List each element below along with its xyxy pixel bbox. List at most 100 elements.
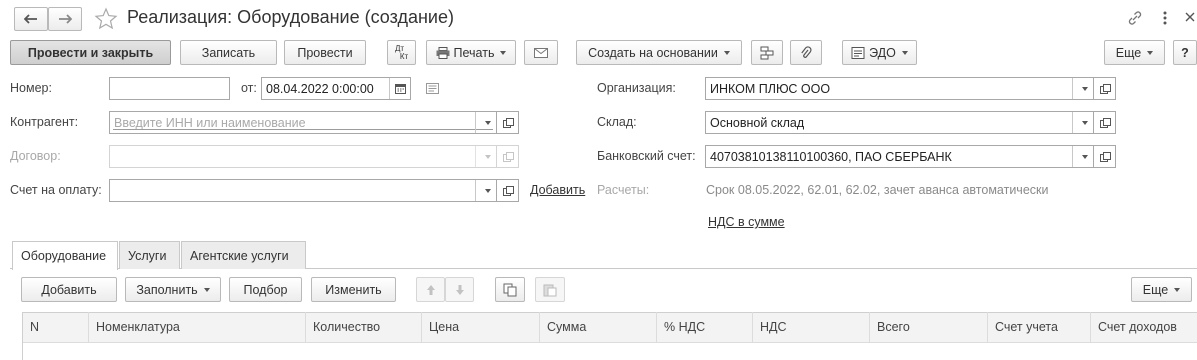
open-window-icon (503, 118, 514, 128)
column-header[interactable]: Номенклатура (89, 312, 306, 342)
chevron-down-icon (901, 50, 908, 55)
table-add-label: Добавить (41, 282, 97, 297)
table-add-button[interactable]: Добавить (21, 277, 117, 302)
column-header-label: Всего (877, 320, 910, 334)
edo-icon (851, 46, 865, 59)
date-field[interactable]: 08.04.2022 0:00:00 (261, 77, 411, 100)
counterparty-field[interactable]: Введите ИНН или наименование (109, 111, 497, 134)
column-header-label: N (30, 320, 40, 334)
column-header-label: НДС (760, 320, 787, 334)
envelope-icon (534, 47, 548, 58)
settlements-value[interactable]: Срок 08.05.2022, 62.01, 62.02, зачет ава… (706, 183, 1048, 197)
settlements-label: Расчеты: (597, 183, 650, 197)
column-header[interactable]: Сумма (540, 312, 657, 342)
more-vertical-icon[interactable] (1160, 9, 1170, 27)
column-header[interactable]: Всего (870, 312, 988, 342)
paste-rows-button[interactable] (535, 277, 565, 302)
arrow-up-icon (426, 284, 435, 295)
tab-agent-services[interactable]: Агентские услуги (181, 241, 306, 269)
invoice-field[interactable] (109, 179, 497, 202)
number-field[interactable] (109, 77, 230, 100)
edo-button[interactable]: ЭДО (842, 40, 917, 65)
move-up-button[interactable] (416, 277, 445, 302)
comment-icon[interactable] (426, 83, 439, 94)
column-header[interactable]: % НДС (657, 312, 753, 342)
move-down-button[interactable] (445, 277, 474, 302)
bank-account-field[interactable]: 40703810138110100360, ПАО СБЕРБАНК (705, 145, 1094, 168)
tab-equipment-label: Оборудование (21, 249, 107, 263)
post-button[interactable]: Провести (284, 40, 366, 65)
table-fill-button[interactable]: Заполнить (125, 277, 221, 302)
tab-services-label: Услуги (128, 248, 167, 263)
column-header[interactable]: Количество (306, 312, 422, 342)
column-header-label: Номенклатура (96, 320, 180, 334)
close-icon[interactable] (1184, 11, 1196, 23)
invoice-dropdown[interactable] (475, 180, 496, 201)
column-header[interactable]: N (23, 312, 89, 342)
organization-field[interactable]: ИНКОМ ПЛЮС ООО (705, 77, 1094, 100)
dt-kt-button[interactable]: Дт Кт (387, 40, 416, 65)
counterparty-open-button[interactable] (497, 111, 519, 134)
email-button[interactable] (524, 40, 558, 65)
calendar-button[interactable] (389, 78, 410, 99)
contract-dropdown (475, 146, 496, 167)
attach-files-button[interactable] (790, 40, 822, 65)
counterparty-dropdown[interactable] (475, 112, 496, 133)
post-and-close-button[interactable]: Провести и закрыть (10, 40, 171, 65)
bank-account-value: 40703810138110100360, ПАО СБЕРБАНК (710, 149, 952, 164)
tab-agent-services-label: Агентские услуги (190, 248, 289, 263)
warehouse-field[interactable]: Основной склад (705, 111, 1094, 134)
more-button[interactable]: Еще (1104, 40, 1165, 65)
vat-in-sum-link[interactable]: НДС в сумме (708, 215, 785, 229)
column-header[interactable]: Счет учета (988, 312, 1091, 342)
contract-label: Договор: (10, 149, 61, 163)
date-label: от: (241, 81, 257, 95)
organization-label: Организация: (597, 81, 676, 95)
print-button[interactable]: Печать (426, 40, 516, 65)
document-structure-button[interactable] (751, 40, 783, 65)
bank-account-open-button[interactable] (1094, 145, 1116, 168)
date-value: 08.04.2022 0:00:00 (266, 81, 374, 96)
paste-icon (543, 284, 557, 296)
create-based-label: Создать на основании (588, 45, 718, 60)
save-button[interactable]: Записать (180, 40, 277, 65)
bank-account-dropdown[interactable] (1072, 146, 1093, 167)
invoice-add-link[interactable]: Добавить (530, 183, 585, 197)
post-and-close-label: Провести и закрыть (27, 45, 154, 60)
table-more-label: Еще (1142, 282, 1169, 297)
column-header[interactable]: Счет доходов (1091, 312, 1197, 342)
printer-icon (436, 46, 450, 59)
bank-account-label: Банковский счет: (597, 149, 696, 163)
invoice-open-button[interactable] (497, 179, 519, 202)
back-button[interactable] (14, 7, 48, 31)
column-header[interactable]: НДС (753, 312, 870, 342)
tab-services[interactable]: Услуги (119, 241, 180, 269)
favorite-star-icon[interactable] (94, 7, 118, 31)
column-header[interactable]: Цена (422, 312, 540, 342)
warehouse-open-button[interactable] (1094, 111, 1116, 134)
open-window-icon (1100, 152, 1111, 162)
help-button[interactable]: ? (1173, 40, 1197, 65)
organization-open-button[interactable] (1094, 77, 1116, 100)
warehouse-dropdown[interactable] (1072, 112, 1093, 133)
column-header-label: Цена (429, 320, 460, 334)
tab-equipment[interactable]: Оборудование (12, 241, 118, 270)
organization-dropdown[interactable] (1072, 78, 1093, 99)
copy-icon (503, 283, 517, 296)
calendar-icon (395, 84, 406, 94)
copy-rows-button[interactable] (495, 277, 525, 302)
chevron-down-icon (1081, 154, 1088, 159)
window-title: Реализация: Оборудование (создание) (127, 7, 454, 27)
table-more-button[interactable]: Еще (1131, 277, 1192, 302)
paperclip-icon (801, 45, 812, 58)
chevron-down-icon (484, 120, 491, 125)
create-based-button[interactable]: Создать на основании (576, 40, 742, 65)
column-header-label: Сумма (547, 320, 587, 334)
more-label: Еще (1115, 45, 1142, 60)
table-pick-button[interactable]: Подбор (229, 277, 302, 302)
table-edit-button[interactable]: Изменить (311, 277, 396, 302)
chevron-down-icon (1174, 287, 1181, 292)
link-icon[interactable] (1126, 9, 1144, 27)
chevron-down-icon (500, 50, 507, 55)
forward-button[interactable] (48, 7, 82, 31)
